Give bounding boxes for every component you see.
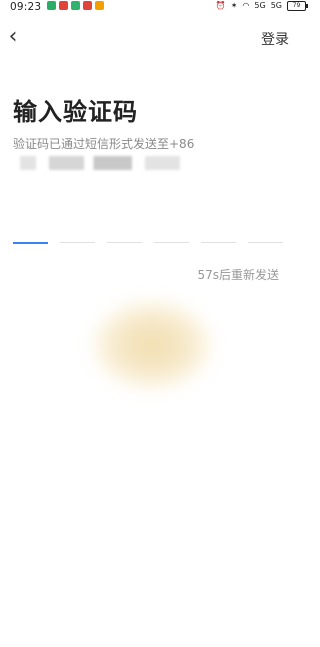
code-slot-4[interactable] xyxy=(154,242,189,243)
resend-countdown: 57s后重新发送 xyxy=(197,268,279,282)
wifi-icon: ◠ xyxy=(242,1,250,10)
login-button[interactable]: 登录 xyxy=(261,29,289,49)
system-icons: ⏰ ✶ ◠ 5G 5G 79 xyxy=(215,1,308,11)
status-time: 09:23 xyxy=(10,1,42,13)
red-app-icon xyxy=(59,1,68,10)
blurred-overlay xyxy=(92,300,212,390)
sms-sent-subtitle: 验证码已通过短信形式发送至+86 xyxy=(13,137,195,151)
red-app-icon-2 xyxy=(83,1,92,10)
wechat-icon xyxy=(47,1,56,10)
code-slot-2[interactable] xyxy=(60,242,95,243)
chevron-left-icon: ‹ xyxy=(8,24,18,49)
page-title: 输入验证码 xyxy=(13,98,138,126)
signal-right-icon: 5G xyxy=(270,1,282,10)
back-button[interactable]: ‹ xyxy=(6,26,20,48)
code-slot-6[interactable] xyxy=(248,242,283,243)
verification-code-input[interactable] xyxy=(13,242,283,244)
status-bar: 09:23 ⏰ ✶ ◠ 5G 5G 79 xyxy=(0,0,312,14)
vibrate-icon: ✶ xyxy=(230,1,238,10)
battery-icon: 79 xyxy=(287,1,308,11)
status-app-icons xyxy=(47,1,104,10)
phone-number-redacted xyxy=(20,156,180,170)
code-slot-1[interactable] xyxy=(13,242,48,244)
weibo-icon xyxy=(95,1,104,10)
code-slot-3[interactable] xyxy=(107,242,142,243)
code-slot-5[interactable] xyxy=(201,242,236,243)
green-app-icon xyxy=(71,1,80,10)
alarm-icon: ⏰ xyxy=(215,1,226,10)
signal-left-icon: 5G xyxy=(254,1,266,10)
